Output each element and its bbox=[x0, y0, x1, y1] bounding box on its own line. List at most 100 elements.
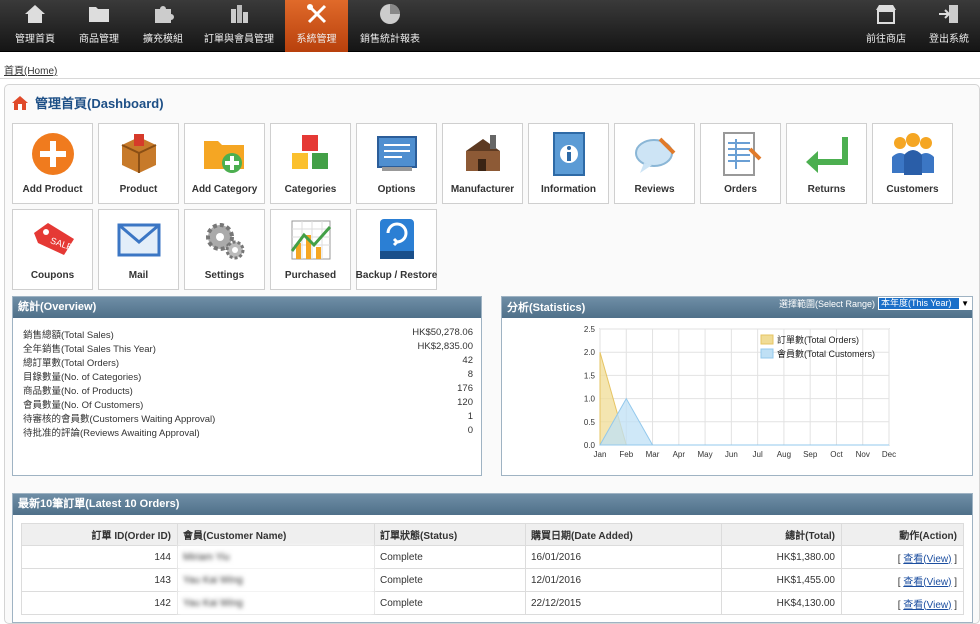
x-tick-label: Jan bbox=[594, 450, 607, 459]
nav-orders-customers[interactable]: 訂單與會員管理 bbox=[200, 0, 278, 52]
range-value: 本年度(This Year) bbox=[881, 298, 952, 308]
nav-go-to-store[interactable]: 前往商店 bbox=[862, 0, 910, 52]
nav-label: 訂單與會員管理 bbox=[204, 34, 274, 45]
return-arrow-icon bbox=[805, 137, 848, 173]
orders-table: 訂單 ID(Order ID) 會員(Customer Name) 訂單狀態(S… bbox=[21, 523, 964, 615]
nav-label: 登出系統 bbox=[929, 34, 969, 45]
tile-customers[interactable]: Customers bbox=[872, 123, 953, 204]
customers-people-icon bbox=[891, 133, 934, 175]
range-select[interactable]: 本年度(This Year) ▼ bbox=[878, 297, 973, 310]
nav-extensions[interactable]: 擴充模組 bbox=[138, 0, 188, 52]
order-date: 22/12/2015 bbox=[525, 591, 722, 615]
nav-label: 銷售統計報表 bbox=[360, 34, 420, 45]
overview-value: 0 bbox=[467, 425, 473, 436]
latest-orders-box: 最新10筆訂單(Latest 10 Orders) 訂單 ID(Order ID… bbox=[12, 493, 973, 623]
tile-product[interactable]: Product bbox=[98, 123, 179, 204]
chevron-down-icon: ▼ bbox=[959, 298, 972, 309]
tile-information[interactable]: Information bbox=[528, 123, 609, 204]
nav-products[interactable]: 商品管理 bbox=[72, 0, 126, 52]
overview-row: 待批准的評論(Reviews Awaiting Approval) 0 bbox=[23, 425, 473, 439]
coins-icon bbox=[225, 2, 253, 26]
tile-label: Manufacturer bbox=[450, 184, 515, 195]
tile-label: Mail bbox=[128, 270, 149, 281]
nav-reports[interactable]: 銷售統計報表 bbox=[358, 0, 422, 52]
overview-row: 會員數量(No. Of Customers) 120 bbox=[23, 397, 473, 411]
overview-label: 會員數量(No. Of Customers) bbox=[23, 400, 144, 411]
nav-logout[interactable]: 登出系統 bbox=[924, 0, 974, 52]
tile-add-category[interactable]: Add Category bbox=[184, 123, 265, 204]
view-order-link[interactable]: 查看(View) bbox=[903, 600, 951, 611]
tile-reviews[interactable]: Reviews bbox=[614, 123, 695, 204]
x-tick-label: Aug bbox=[777, 450, 791, 459]
tile-options[interactable]: Options bbox=[356, 123, 437, 204]
home-icon bbox=[21, 2, 49, 26]
overview-value: 8 bbox=[467, 369, 473, 380]
tile-label: Add Category bbox=[191, 184, 258, 195]
add-category-folder-icon bbox=[203, 141, 244, 173]
add-product-icon bbox=[31, 133, 74, 175]
overview-value: 176 bbox=[457, 383, 473, 394]
order-action: [ 查看(View) ] bbox=[841, 545, 964, 569]
col-order-id: 訂單 ID(Order ID) bbox=[21, 523, 178, 546]
y-tick-label: 2.5 bbox=[584, 325, 596, 334]
overview-value: HK$50,278.06 bbox=[412, 327, 473, 338]
tile-coupons[interactable]: SALE Coupons bbox=[12, 209, 93, 290]
home-icon bbox=[12, 95, 28, 110]
col-status: 訂單狀態(Status) bbox=[374, 523, 526, 546]
logout-icon bbox=[935, 2, 963, 26]
envelope-icon bbox=[117, 223, 160, 257]
x-tick-label: Feb bbox=[619, 450, 633, 459]
tile-returns[interactable]: Returns bbox=[786, 123, 867, 204]
tile-label: Customers bbox=[886, 184, 939, 195]
nav-dashboard[interactable]: 管理首頁 bbox=[8, 0, 62, 52]
customer-name: Miriam Yiu bbox=[177, 545, 375, 569]
tile-label: Settings bbox=[204, 270, 245, 281]
tile-backup-restore[interactable]: Backup / Restore bbox=[356, 209, 437, 290]
product-box-icon bbox=[121, 134, 156, 173]
breadcrumb-home[interactable]: 首頁(Home) bbox=[4, 62, 57, 77]
order-action: [ 查看(View) ] bbox=[841, 591, 964, 615]
nav-label: 擴充模組 bbox=[143, 34, 183, 45]
page-title: 管理首頁(Dashboard) bbox=[11, 93, 164, 112]
overview-row: 全年銷售(Total Sales This Year) HK$2,835.00 bbox=[23, 341, 473, 355]
tile-categories[interactable]: Categories bbox=[270, 123, 351, 204]
tile-mail[interactable]: Mail bbox=[98, 209, 179, 290]
overview-row: 目錄數量(No. of Categories) 8 bbox=[23, 369, 473, 383]
tile-settings[interactable]: Settings bbox=[184, 209, 265, 290]
col-customer: 會員(Customer Name) bbox=[177, 523, 375, 546]
view-order-link[interactable]: 查看(View) bbox=[903, 577, 951, 588]
top-navigation-bar: 管理首頁 商品管理 擴充模組 訂單與會員管理 系統管理 銷售統計報表 前往商店 … bbox=[0, 0, 980, 52]
tile-label: Categories bbox=[284, 184, 337, 195]
legend-label: 訂單數(Total Orders) bbox=[777, 334, 859, 345]
tile-label: Options bbox=[377, 184, 416, 195]
order-action: [ 查看(View) ] bbox=[841, 568, 964, 592]
overview-row: 待審核的會員數(Customers Waiting Approval) 1 bbox=[23, 411, 473, 425]
tile-purchased[interactable]: Purchased bbox=[270, 209, 351, 290]
puzzle-icon bbox=[149, 2, 177, 26]
order-total: HK$1,455.00 bbox=[721, 568, 842, 592]
x-tick-label: Jun bbox=[725, 450, 738, 459]
options-icon bbox=[376, 136, 417, 171]
nav-system[interactable]: 系統管理 bbox=[285, 0, 348, 52]
order-id: 143 bbox=[21, 568, 178, 592]
overview-label: 待審核的會員數(Customers Waiting Approval) bbox=[23, 414, 216, 425]
tile-label: Backup / Restore bbox=[355, 270, 438, 281]
statistics-chart: 0.0 0.5 1.0 1.5 2.0 2.5 Jan Feb Mar Apr May Jun Jul A… bbox=[584, 325, 896, 459]
customer-name: Yau Kai Wing bbox=[177, 568, 375, 592]
overview-value: 120 bbox=[457, 397, 473, 408]
breadcrumb-divider bbox=[0, 78, 980, 79]
folder-icon bbox=[85, 2, 113, 26]
legend-label: 會員數(Total Customers) bbox=[777, 348, 875, 359]
overview-row: 總訂單數(Total Orders) 42 bbox=[23, 355, 473, 369]
view-order-link[interactable]: 查看(View) bbox=[903, 554, 951, 565]
nav-label: 系統管理 bbox=[296, 34, 337, 45]
tools-icon bbox=[303, 2, 331, 26]
information-book-icon bbox=[552, 132, 585, 176]
x-tick-label: Nov bbox=[856, 450, 870, 459]
order-total: HK$1,380.00 bbox=[721, 545, 842, 569]
tile-manufacturer[interactable]: Manufacturer bbox=[442, 123, 523, 204]
tile-orders[interactable]: Orders bbox=[700, 123, 781, 204]
range-selector: 選擇範圍(Select Range) 本年度(This Year) ▼ bbox=[779, 297, 973, 310]
statistics-box: 分析(Statistics) 0.0 0.5 1.0 1.5 2.0 2.5 Jan Feb M… bbox=[501, 296, 973, 476]
tile-add-product[interactable]: Add Product bbox=[12, 123, 93, 204]
